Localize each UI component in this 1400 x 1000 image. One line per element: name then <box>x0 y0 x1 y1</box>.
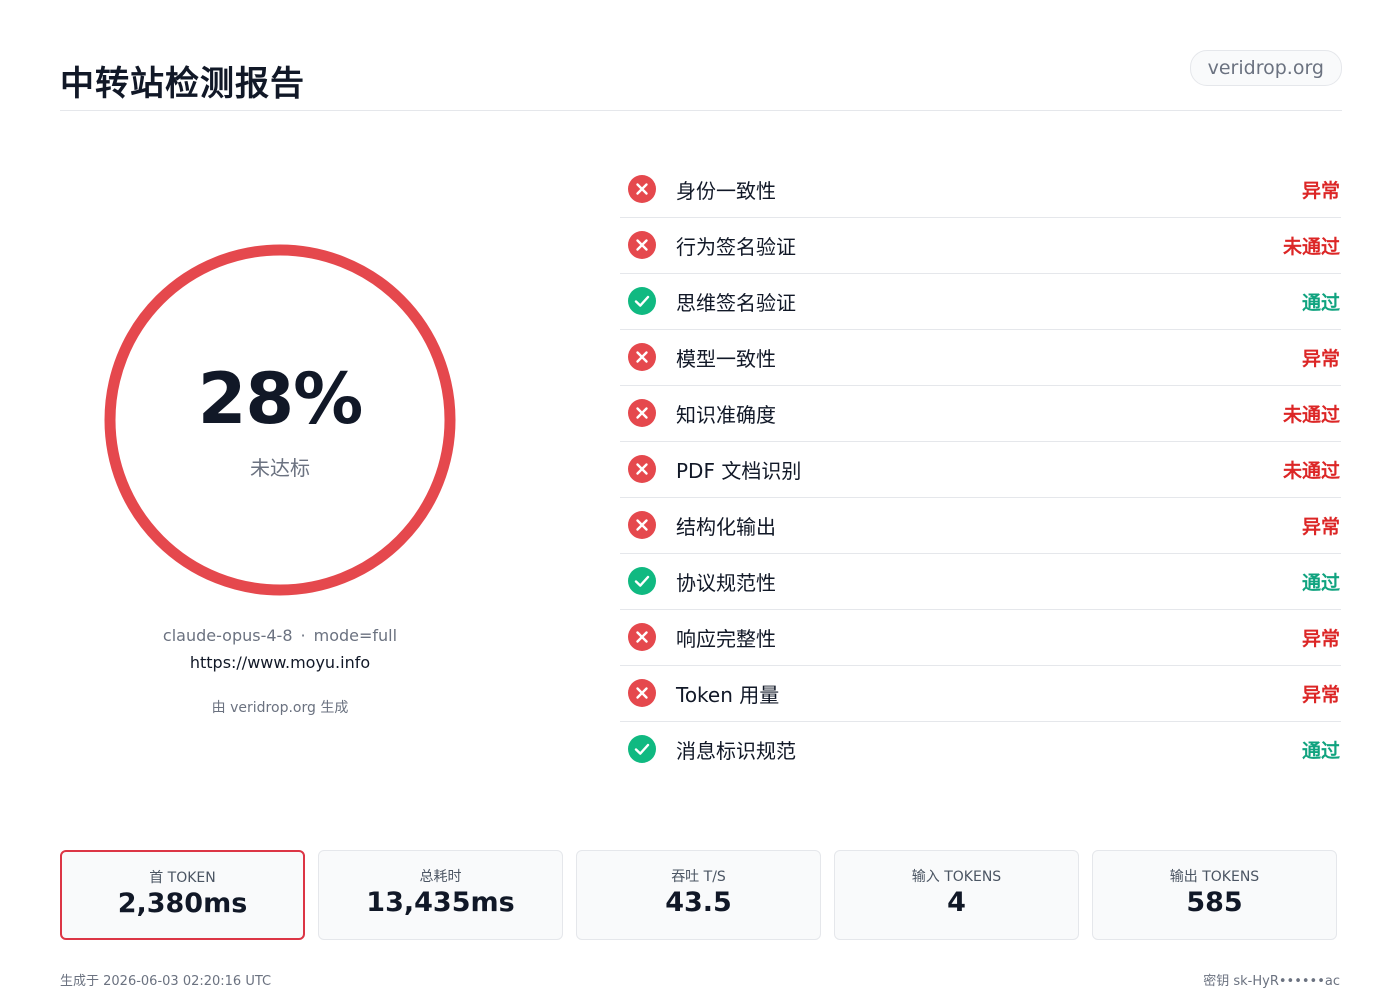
check-label: 消息标识规范 <box>676 739 796 763</box>
check-status: 异常 <box>1301 180 1340 202</box>
check-label: 模型一致性 <box>676 347 776 371</box>
stat-value: 13,435ms <box>366 887 515 918</box>
x-circle-icon <box>628 175 656 203</box>
stat-label: 总耗时 <box>419 869 462 885</box>
check-row: PDF 文档识别 未通过 <box>620 442 1341 498</box>
report-header: 中转站检测报告 veridrop.org <box>60 46 1342 111</box>
x-circle-icon <box>628 343 656 371</box>
page-title: 中转站检测报告 <box>60 64 305 104</box>
x-circle-icon <box>628 455 656 483</box>
check-label: PDF 文档识别 <box>676 459 802 483</box>
score-value: 28% <box>197 358 364 440</box>
x-circle-icon <box>628 511 656 539</box>
check-status: 异常 <box>1301 348 1340 370</box>
score-status: 未达标 <box>250 456 310 480</box>
stat-label: 吞吐 T/S <box>671 869 726 885</box>
check-status: 异常 <box>1301 684 1340 706</box>
site-badge[interactable]: veridrop.org <box>1189 50 1342 86</box>
model-name: claude-opus-4-8 <box>162 626 293 645</box>
stat-card: 总耗时 13,435ms <box>318 850 563 940</box>
check-label: 响应完整性 <box>676 627 776 651</box>
check-row: 思维签名验证 通过 <box>620 274 1341 330</box>
stat-value: 4 <box>947 887 966 918</box>
check-label: 行为签名验证 <box>676 235 796 259</box>
model-mode-line: claude-opus-4-8 · mode=full <box>80 626 480 645</box>
check-list: 身份一致性 异常 行为签名验证 未通过 思维签名验证 通过 模型一致性 异常 知识准确度 未通过 P… <box>620 162 1341 777</box>
check-label: Token 用量 <box>676 683 780 707</box>
check-status: 通过 <box>1301 292 1340 314</box>
x-circle-icon <box>628 623 656 651</box>
check-circle-icon <box>628 287 656 315</box>
check-row: 行为签名验证 未通过 <box>620 218 1341 274</box>
check-row: Token 用量 异常 <box>620 666 1341 722</box>
stat-label: 首 TOKEN <box>149 870 216 886</box>
check-circle-icon <box>628 567 656 595</box>
check-row: 身份一致性 异常 <box>620 162 1341 218</box>
check-label: 协议规范性 <box>676 571 776 595</box>
check-status: 未通过 <box>1282 460 1340 482</box>
check-label: 身份一致性 <box>676 179 776 203</box>
generated-by: 由 veridrop.org 生成 <box>211 700 349 716</box>
mode-value: mode=full <box>313 626 398 645</box>
stat-label: 输出 TOKENS <box>1169 869 1260 885</box>
api-key-masked: 密钥 sk-HyR••••••ac <box>1203 974 1340 989</box>
x-circle-icon <box>628 231 656 259</box>
generated-timestamp: 生成于 2026-06-03 02:20:16 UTC <box>60 974 272 989</box>
check-status: 未通过 <box>1282 404 1340 426</box>
check-status: 异常 <box>1301 628 1340 650</box>
target-url[interactable]: https://www.moyu.info <box>80 653 480 672</box>
stat-card: 吞吐 T/S 43.5 <box>576 850 821 940</box>
check-row: 响应完整性 异常 <box>620 610 1341 666</box>
check-row: 模型一致性 异常 <box>620 330 1341 386</box>
stat-value: 43.5 <box>665 887 732 918</box>
stat-card: 输入 TOKENS 4 <box>834 850 1079 940</box>
check-status: 通过 <box>1301 740 1340 762</box>
check-label: 知识准确度 <box>676 403 776 427</box>
check-label: 结构化输出 <box>676 515 776 539</box>
check-status: 未通过 <box>1282 236 1340 258</box>
check-row: 结构化输出 异常 <box>620 498 1341 554</box>
stat-card: 输出 TOKENS 585 <box>1092 850 1337 940</box>
check-row: 消息标识规范 通过 <box>620 722 1341 777</box>
check-row: 协议规范性 通过 <box>620 554 1341 610</box>
stat-card: 首 TOKEN 2,380ms <box>60 850 305 940</box>
stat-label: 输入 TOKENS <box>911 869 1002 885</box>
stat-value: 585 <box>1186 887 1243 918</box>
x-circle-icon <box>628 679 656 707</box>
check-label: 思维签名验证 <box>676 291 796 315</box>
meta-separator: · <box>300 626 306 645</box>
check-status: 通过 <box>1301 572 1340 594</box>
check-status: 异常 <box>1301 516 1340 538</box>
stat-value: 2,380ms <box>117 888 248 919</box>
stats-row: 首 TOKEN 2,380ms 总耗时 13,435ms 吞吐 T/S 43.5 输入 TO… <box>60 850 1340 940</box>
x-circle-icon <box>628 399 656 427</box>
check-row: 知识准确度 未通过 <box>620 386 1341 442</box>
check-circle-icon <box>628 735 656 763</box>
